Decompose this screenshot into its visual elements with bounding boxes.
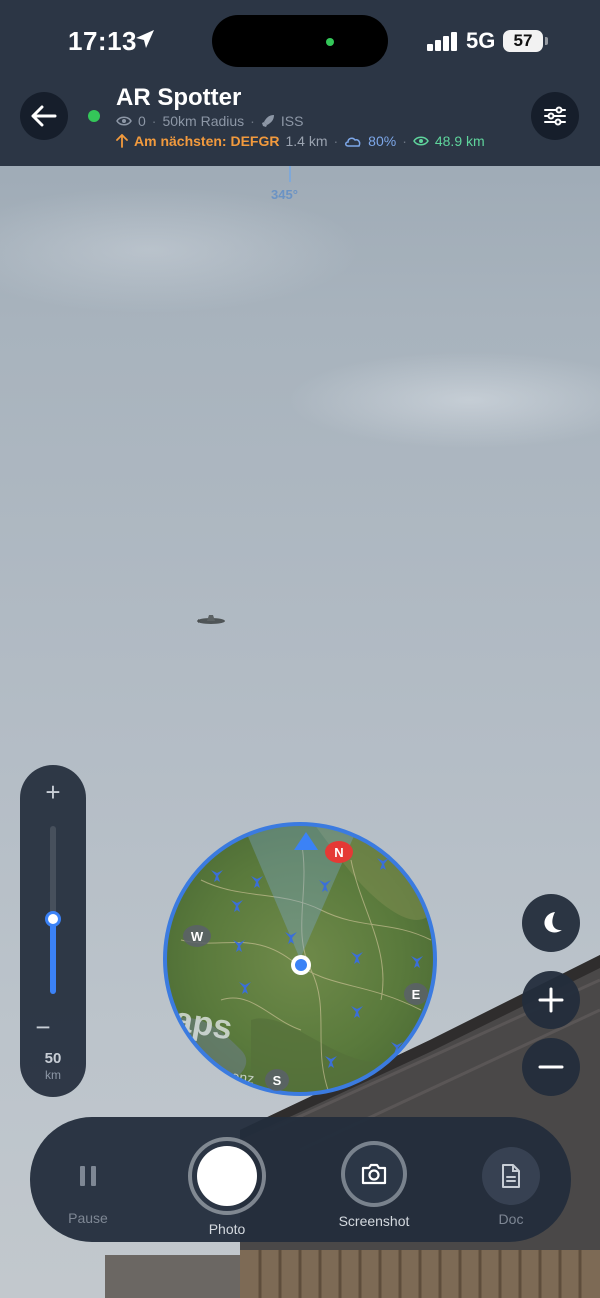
airplane-in-sky bbox=[197, 615, 225, 624]
pause-icon bbox=[60, 1148, 116, 1204]
minus-icon bbox=[538, 1065, 564, 1069]
network-type: 5G bbox=[466, 28, 496, 53]
status-time: 17:13 bbox=[68, 26, 137, 56]
photo-button[interactable]: Photo bbox=[188, 1137, 266, 1237]
shutter-icon bbox=[197, 1146, 257, 1206]
radius-slider-fill bbox=[50, 919, 56, 994]
visibility-eye-icon bbox=[412, 136, 429, 146]
plus-icon bbox=[538, 987, 564, 1013]
header-meta-row: 0 · 50km Radius · ISS bbox=[116, 113, 303, 129]
night-mode-button[interactable] bbox=[522, 894, 580, 952]
satellite-label: ISS bbox=[280, 113, 304, 129]
battery-cap bbox=[545, 37, 548, 45]
shutter-ring bbox=[188, 1137, 266, 1215]
sliders-icon bbox=[544, 106, 566, 126]
camera-active-dot bbox=[326, 38, 334, 46]
back-button[interactable] bbox=[20, 92, 68, 140]
doc-circle bbox=[482, 1147, 540, 1205]
heading-readout: 345° bbox=[271, 187, 298, 202]
map-zoom-in-button[interactable] bbox=[522, 971, 580, 1029]
compass-north: N bbox=[325, 841, 353, 863]
nearest-aircraft-label: Am nächsten: DEFGR bbox=[134, 133, 280, 149]
viewer-count: 0 bbox=[138, 113, 146, 129]
cloud-cover: 80% bbox=[368, 133, 397, 149]
visibility-distance: 48.9 km bbox=[434, 133, 485, 149]
settings-button[interactable] bbox=[531, 92, 579, 140]
rocket-icon bbox=[261, 115, 274, 127]
live-status-dot bbox=[88, 110, 100, 122]
photo-label: Photo bbox=[208, 1221, 246, 1237]
radius-value: 50 bbox=[44, 1050, 62, 1067]
compass-east: E bbox=[404, 983, 428, 1005]
location-arrow-icon bbox=[136, 30, 154, 48]
building-roof bbox=[105, 955, 600, 1298]
zoom-in-button[interactable]: + bbox=[20, 777, 86, 808]
header-info-row: Am nächsten: DEFGR 1.4 km · 80% · 48.9 k… bbox=[116, 133, 485, 149]
radar-minimap[interactable]: aps regenz N W E S bbox=[161, 820, 439, 1098]
heading-tick bbox=[289, 166, 291, 182]
cellular-signal-icon bbox=[427, 32, 457, 51]
separator-dot: · bbox=[250, 113, 255, 129]
map-zoom-out-button[interactable] bbox=[522, 1038, 580, 1096]
screenshot-label: Screenshot bbox=[338, 1213, 410, 1229]
battery-indicator: 57 bbox=[503, 30, 543, 52]
separator-dot: · bbox=[402, 133, 407, 149]
compass-n-label: N bbox=[334, 845, 343, 860]
arrow-left-icon bbox=[31, 105, 57, 127]
pause-label: Pause bbox=[68, 1210, 108, 1226]
cloud-icon bbox=[345, 137, 361, 147]
separator-dot: · bbox=[151, 113, 157, 129]
zoom-out-button[interactable]: − bbox=[0, 1012, 86, 1043]
radius-unit: km bbox=[45, 1068, 61, 1082]
dynamic-island bbox=[212, 15, 388, 67]
pause-button[interactable]: Pause bbox=[60, 1148, 116, 1226]
eye-icon bbox=[116, 116, 132, 126]
compass-s-label: S bbox=[273, 1073, 282, 1088]
arrow-up-icon bbox=[116, 134, 128, 148]
nearest-distance: 1.4 km bbox=[285, 133, 328, 149]
screenshot-button[interactable]: Screenshot bbox=[324, 1141, 424, 1229]
moon-icon bbox=[544, 912, 562, 933]
radius-slider-handle[interactable] bbox=[45, 911, 61, 927]
doc-button[interactable]: Doc bbox=[482, 1147, 540, 1227]
doc-label: Doc bbox=[498, 1211, 524, 1227]
document-icon bbox=[502, 1164, 520, 1188]
separator-dot: · bbox=[333, 133, 339, 149]
compass-south: S bbox=[265, 1069, 289, 1091]
compass-e-label: E bbox=[412, 987, 421, 1002]
radius-label: 50km Radius bbox=[162, 113, 245, 129]
page-title: AR Spotter bbox=[116, 84, 242, 111]
status-bar: 17:13 5G 57 bbox=[0, 0, 600, 84]
camera-icon bbox=[361, 1163, 387, 1185]
screenshot-ring bbox=[341, 1141, 407, 1207]
compass-w-label: W bbox=[191, 929, 204, 944]
compass-west: W bbox=[183, 925, 211, 947]
